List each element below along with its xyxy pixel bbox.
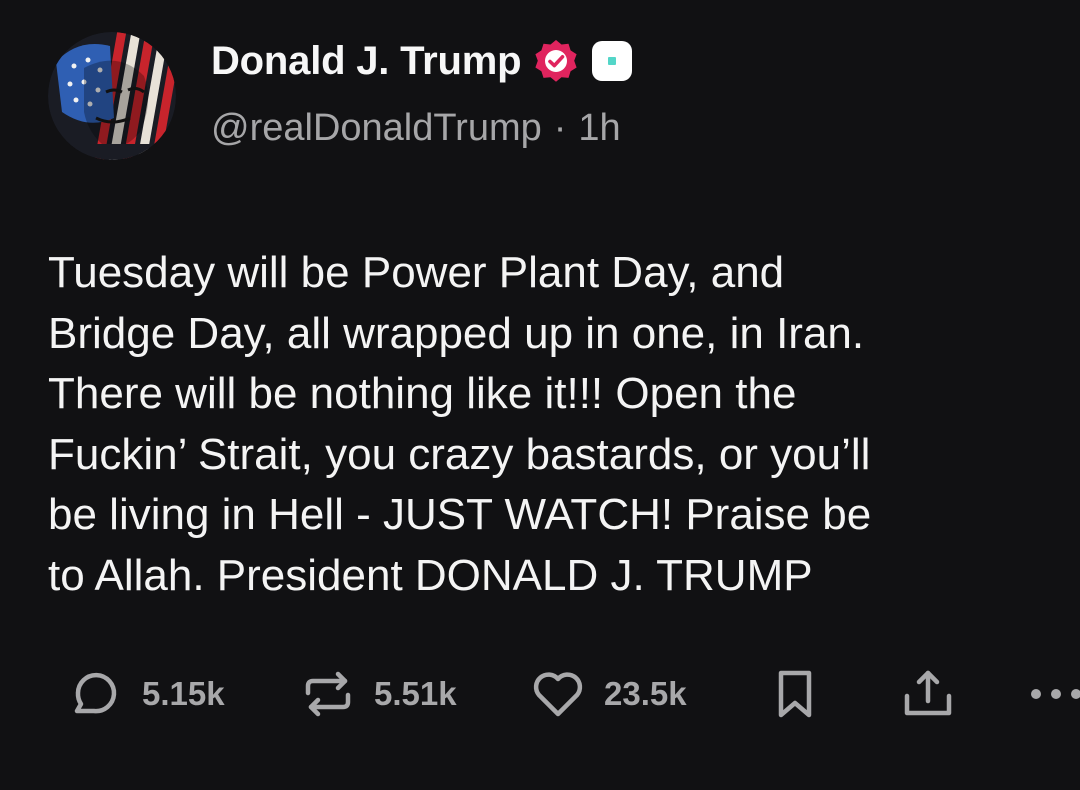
post-timestamp[interactable]: 1h (578, 107, 620, 149)
heart-icon (533, 672, 583, 717)
post-text: Tuesday will be Power Plant Day, and Bri… (48, 248, 872, 600)
more-icon (1031, 689, 1080, 699)
like-button[interactable]: 23.5k (528, 664, 687, 724)
reply-icon (74, 672, 117, 714)
repost-button[interactable]: 5.51k (298, 664, 457, 724)
action-bar: 5.15k 5.51k 23.5k (0, 664, 1080, 724)
like-count: 23.5k (604, 675, 687, 712)
bookmark-button[interactable] (768, 664, 828, 724)
reply-button[interactable]: 5.15k (66, 664, 225, 724)
bookmark-icon (778, 670, 812, 718)
more-options-button[interactable] (1028, 664, 1080, 724)
app-badge-icon (592, 41, 633, 81)
share-icon (904, 670, 952, 716)
repost-icon (305, 671, 351, 717)
verified-badge-icon (535, 40, 577, 82)
repost-count: 5.51k (374, 675, 457, 712)
author-handle-row: @realDonaldTrump · 1h (211, 107, 621, 150)
author-name-row: Donald J. Trump (211, 36, 633, 86)
reply-count: 5.15k (142, 675, 225, 712)
separator: · (553, 107, 567, 149)
author-display-name[interactable]: Donald J. Trump (211, 39, 522, 84)
avatar[interactable] (48, 32, 176, 160)
author-handle[interactable]: @realDonaldTrump (211, 107, 542, 149)
share-button[interactable] (898, 664, 958, 724)
